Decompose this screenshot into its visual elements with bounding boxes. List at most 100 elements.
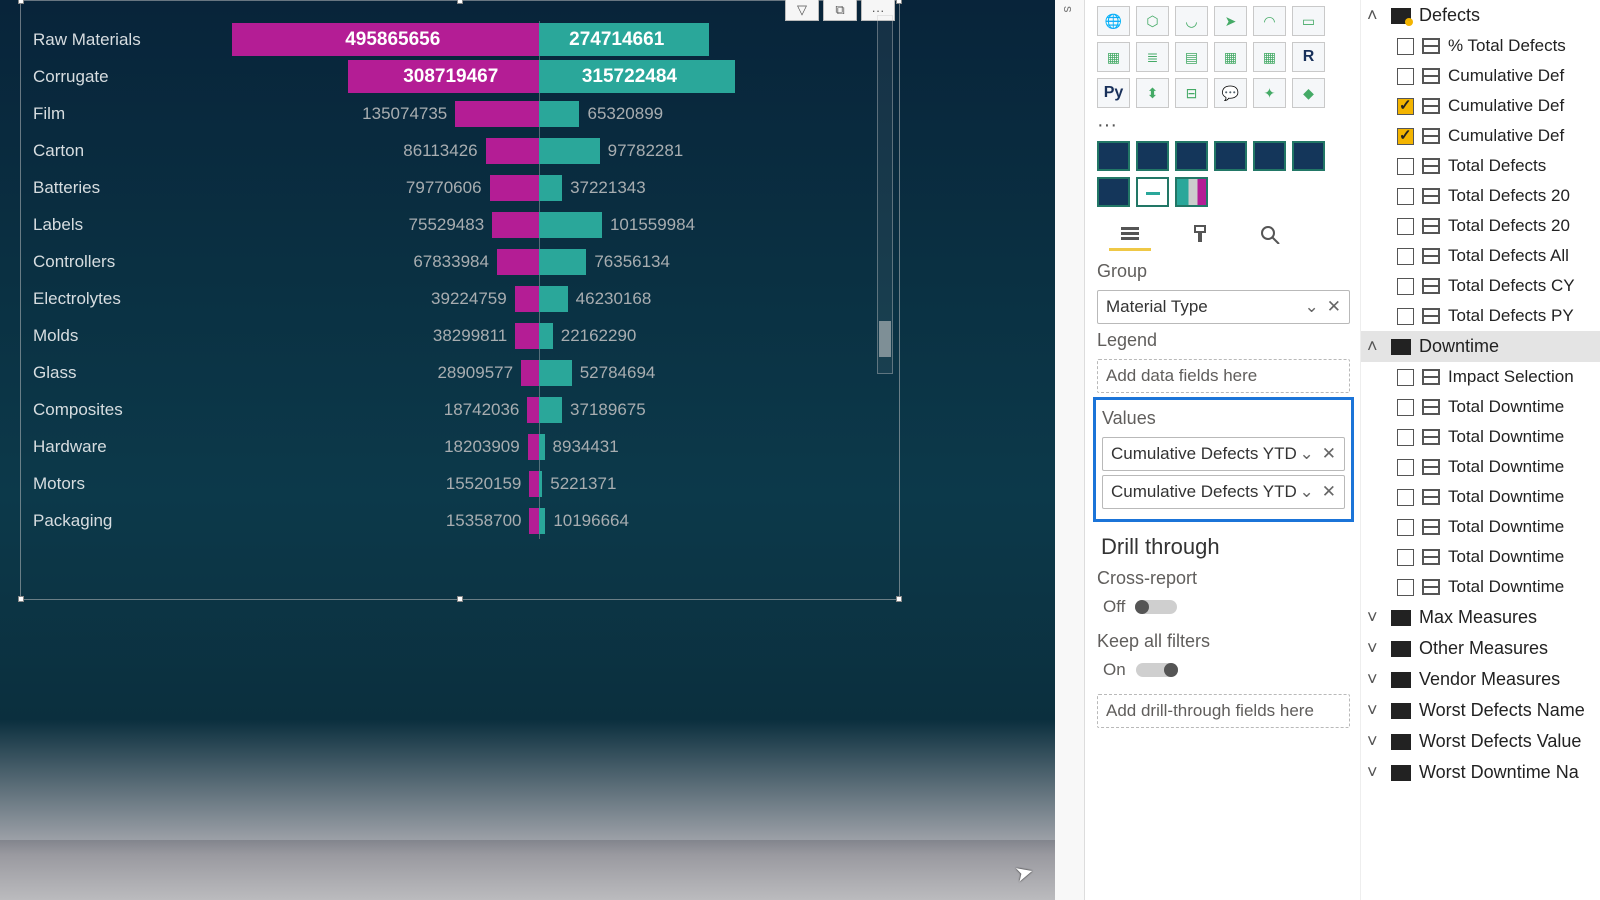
viz-type-chat[interactable]: 💬	[1214, 78, 1247, 108]
bar-right[interactable]	[539, 508, 545, 534]
field-checkbox[interactable]	[1397, 218, 1414, 235]
viz-type-Py[interactable]: Py	[1097, 78, 1130, 108]
field-checkbox[interactable]	[1397, 399, 1414, 416]
bar-left[interactable]	[527, 397, 539, 423]
field-checkbox[interactable]	[1397, 128, 1414, 145]
viz-type-matrix[interactable]: ▦	[1214, 42, 1247, 72]
field-checkbox[interactable]	[1397, 519, 1414, 536]
table-node-worst-downtime-na[interactable]: ˅Worst Downtime Na	[1361, 757, 1600, 788]
field-item[interactable]: Impact Selection	[1361, 362, 1600, 392]
bar-right[interactable]	[539, 397, 562, 423]
field-item[interactable]: Total Downtime	[1361, 482, 1600, 512]
field-checkbox[interactable]	[1397, 369, 1414, 386]
viz-type-arc[interactable]: ◡	[1175, 6, 1208, 36]
remove-field-icon[interactable]: ✕	[1322, 482, 1336, 502]
chevron-down-icon[interactable]: ˅	[1367, 607, 1383, 628]
bar-right[interactable]	[539, 138, 600, 164]
viz-type-globe[interactable]: 🌐	[1097, 6, 1130, 36]
field-item[interactable]: Total Defects All	[1361, 241, 1600, 271]
bar-left[interactable]	[521, 360, 539, 386]
chevron-down-icon[interactable]: ˅	[1367, 762, 1383, 783]
table-node-worst-defects-name[interactable]: ˅Worst Defects Name	[1361, 695, 1600, 726]
bar-right[interactable]	[539, 434, 545, 460]
field-item[interactable]: Cumulative Def	[1361, 121, 1600, 151]
table-node-worst-defects-value[interactable]: ˅Worst Defects Value	[1361, 726, 1600, 757]
field-checkbox[interactable]	[1397, 429, 1414, 446]
viz-type-matrix2[interactable]: ▦	[1253, 42, 1286, 72]
field-item[interactable]: Total Downtime	[1361, 422, 1600, 452]
viz-type-ai[interactable]: ✦	[1253, 78, 1286, 108]
field-item[interactable]: % Total Defects	[1361, 31, 1600, 61]
tornado-chart-visual[interactable]: ▽ ⧉ ··· Raw Materials495865656274714661C…	[20, 0, 900, 600]
field-checkbox[interactable]	[1397, 278, 1414, 295]
report-canvas[interactable]: ▽ ⧉ ··· Raw Materials495865656274714661C…	[0, 0, 1055, 900]
chart-scroll-thumb[interactable]	[879, 321, 891, 357]
bar-right[interactable]	[539, 249, 586, 275]
gallery-more-icon[interactable]: ···	[1097, 114, 1350, 137]
field-item[interactable]: Total Downtime	[1361, 452, 1600, 482]
field-item[interactable]: Total Defects 20	[1361, 181, 1600, 211]
field-item[interactable]: Cumulative Def	[1361, 91, 1600, 121]
chart-scrollbar[interactable]	[877, 15, 893, 374]
viz-type-R[interactable]: R	[1292, 42, 1325, 72]
chevron-up-icon[interactable]: ˄	[1367, 5, 1383, 26]
values-field-pill[interactable]: Cumulative Defects YTD⌄✕	[1102, 437, 1345, 471]
field-item[interactable]: Total Downtime	[1361, 392, 1600, 422]
custom-visual-c7[interactable]	[1097, 177, 1130, 207]
table-node-max-measures[interactable]: ˅Max Measures	[1361, 602, 1600, 633]
bar-left[interactable]	[486, 138, 539, 164]
visual-filter-button[interactable]: ▽	[785, 0, 819, 21]
table-node-downtime[interactable]: ˄Downtime	[1361, 331, 1600, 362]
viz-type-table[interactable]: ▦	[1097, 42, 1130, 72]
bar-right[interactable]	[539, 471, 542, 497]
field-checkbox[interactable]	[1397, 38, 1414, 55]
format-tab[interactable]	[1179, 217, 1221, 251]
field-item[interactable]: Total Defects PY	[1361, 301, 1600, 331]
bar-right[interactable]	[539, 212, 602, 238]
table-node-defects[interactable]: ˄Defects	[1361, 0, 1600, 31]
viz-type-tree[interactable]: ⊟	[1175, 78, 1208, 108]
field-checkbox[interactable]	[1397, 98, 1414, 115]
group-field-pill[interactable]: Material Type ⌄ ✕	[1097, 290, 1350, 324]
chevron-down-icon[interactable]: ˅	[1367, 731, 1383, 752]
field-item[interactable]: Cumulative Def	[1361, 61, 1600, 91]
field-item[interactable]: Total Downtime	[1361, 512, 1600, 542]
cross-report-toggle[interactable]	[1135, 600, 1177, 614]
visual-focus-button[interactable]: ⧉	[823, 0, 857, 21]
chevron-down-icon[interactable]: ⌄	[1305, 297, 1319, 317]
viz-type-card[interactable]: ▭	[1292, 6, 1325, 36]
table-node-other-measures[interactable]: ˅Other Measures	[1361, 633, 1600, 664]
field-item[interactable]: Total Downtime	[1361, 572, 1600, 602]
field-item[interactable]: Total Defects CY	[1361, 271, 1600, 301]
field-checkbox[interactable]	[1397, 68, 1414, 85]
viz-type-rows[interactable]: ≣	[1136, 42, 1169, 72]
bar-left[interactable]	[455, 101, 539, 127]
viz-type-shield[interactable]: ⬡	[1136, 6, 1169, 36]
field-item[interactable]: Total Downtime	[1361, 542, 1600, 572]
field-checkbox[interactable]	[1397, 549, 1414, 566]
field-checkbox[interactable]	[1397, 308, 1414, 325]
chevron-up-icon[interactable]: ˄	[1367, 336, 1383, 357]
bar-left[interactable]	[529, 471, 539, 497]
bar-left[interactable]	[515, 323, 539, 349]
bar-left[interactable]	[492, 212, 539, 238]
field-checkbox[interactable]	[1397, 158, 1414, 175]
remove-field-icon[interactable]: ✕	[1322, 444, 1336, 464]
bar-left[interactable]	[497, 249, 539, 275]
custom-visual-c4[interactable]	[1214, 141, 1247, 171]
field-checkbox[interactable]	[1397, 248, 1414, 265]
chevron-down-icon[interactable]: ˅	[1367, 669, 1383, 690]
keep-filters-toggle[interactable]	[1136, 663, 1178, 677]
viz-type-arrow[interactable]: ➤	[1214, 6, 1247, 36]
field-checkbox[interactable]	[1397, 579, 1414, 596]
chevron-down-icon[interactable]: ˅	[1367, 700, 1383, 721]
viz-type-gauge[interactable]: ◠	[1253, 6, 1286, 36]
chevron-down-icon[interactable]: ⌄	[1300, 482, 1314, 502]
bar-right[interactable]	[539, 323, 553, 349]
fields-tab[interactable]	[1109, 217, 1151, 251]
custom-visual-c5[interactable]	[1253, 141, 1286, 171]
bar-left[interactable]	[529, 508, 539, 534]
remove-field-icon[interactable]: ✕	[1327, 297, 1341, 317]
field-item[interactable]: Total Defects 20	[1361, 211, 1600, 241]
custom-visual-c8[interactable]	[1136, 177, 1169, 207]
